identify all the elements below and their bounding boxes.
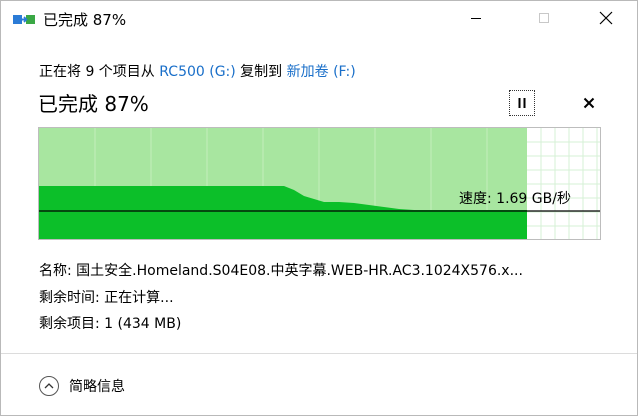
close-icon xyxy=(583,97,595,109)
window-title: 已完成 87% xyxy=(43,11,127,29)
pause-button[interactable] xyxy=(509,90,535,116)
copy-progress-window: 已完成 87% 正在将 9 个项目从 RC500 (G:) 复制到 新加卷 (F… xyxy=(0,0,638,416)
maximize-icon xyxy=(539,13,549,23)
copy-middle: 复制到 xyxy=(235,64,287,80)
fewer-details-toggle[interactable]: 简略信息 xyxy=(39,375,125,397)
file-name-row: 名称: 国土安全.Homeland.S04E08.中英字幕.WEB-HR.AC3… xyxy=(39,260,599,280)
items-remaining-row: 剩余项目: 1 (434 MB) xyxy=(39,313,181,333)
destination-drive-link[interactable]: 新加卷 (F:) xyxy=(287,64,356,80)
copy-files-icon xyxy=(13,15,35,24)
chevron-up-icon xyxy=(39,376,59,396)
minimize-button[interactable] xyxy=(453,1,499,35)
file-name-value: 国土安全.Homeland.S04E08.中英字幕.WEB-HR.AC3.102… xyxy=(76,263,523,279)
file-name-label: 名称: xyxy=(39,263,77,279)
speed-readout: 速度: 1.69 GB/秒 xyxy=(459,191,571,207)
time-remaining-value: 正在计算... xyxy=(104,290,174,306)
pause-icon xyxy=(518,98,526,108)
items-remaining-label: 剩余项目: xyxy=(39,316,105,332)
minimize-icon xyxy=(471,18,481,19)
title-bar[interactable]: 已完成 87% xyxy=(1,1,637,35)
speed-graph-canvas xyxy=(39,128,600,239)
copy-prefix: 正在将 9 个项目从 xyxy=(39,64,160,80)
source-drive-link[interactable]: RC500 (G:) xyxy=(159,64,235,80)
fewer-details-label: 简略信息 xyxy=(69,379,125,395)
copy-description: 正在将 9 个项目从 RC500 (G:) 复制到 新加卷 (F:) xyxy=(39,61,356,81)
transfer-speed-graph xyxy=(38,127,601,240)
time-remaining-row: 剩余时间: 正在计算... xyxy=(39,287,174,307)
close-icon xyxy=(599,11,613,25)
time-remaining-label: 剩余时间: xyxy=(39,290,105,306)
cancel-copy-button[interactable] xyxy=(576,90,602,116)
close-window-button[interactable] xyxy=(583,1,629,35)
progress-heading: 已完成 87% xyxy=(38,92,149,116)
items-remaining-value: 1 (434 MB) xyxy=(104,316,182,332)
maximize-button[interactable] xyxy=(521,1,567,35)
